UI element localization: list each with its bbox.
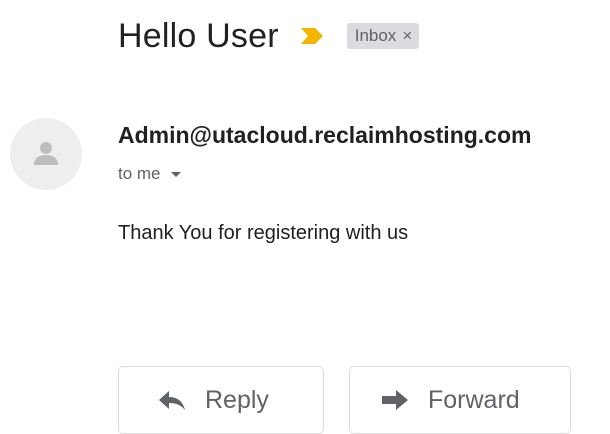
sender-avatar — [10, 118, 82, 190]
caret-down-icon[interactable] — [170, 171, 181, 177]
subject-row: Hello User Inbox × — [118, 10, 420, 62]
forward-arrow-icon — [380, 388, 410, 412]
forward-button[interactable]: Forward — [349, 366, 571, 434]
email-body: Thank You for registering with us — [118, 222, 409, 244]
recipient-text: to me — [118, 164, 161, 183]
reply-arrow-icon — [157, 388, 187, 412]
remove-label-icon[interactable]: × — [402, 26, 412, 46]
reply-label: Reply — [205, 385, 269, 414]
importance-marker-icon[interactable] — [299, 26, 325, 46]
person-icon — [34, 142, 58, 165]
recipient-details-toggle[interactable]: to me — [118, 164, 181, 184]
forward-label: Forward — [428, 385, 520, 414]
inbox-label-chip: Inbox × — [346, 23, 420, 49]
sender-address[interactable]: Admin@utacloud.reclaimhosting.com — [118, 122, 531, 149]
inbox-label-text: Inbox — [354, 26, 397, 45]
email-subject: Hello User — [118, 16, 279, 55]
reply-button[interactable]: Reply — [118, 366, 324, 434]
